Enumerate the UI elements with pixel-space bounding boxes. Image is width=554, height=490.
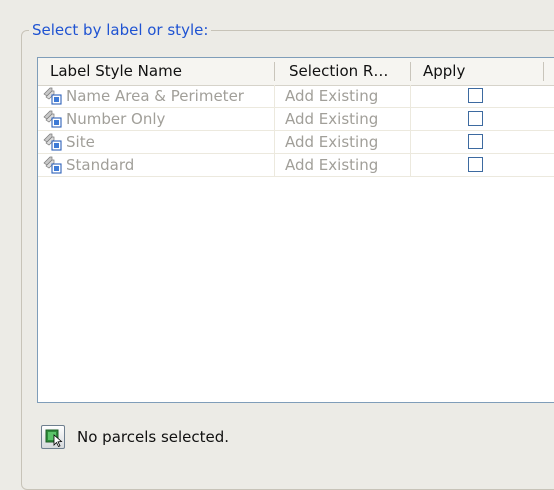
column-separator[interactable]: [543, 62, 544, 81]
selection-rule-cell[interactable]: Add Existing: [285, 154, 378, 176]
table-header: Label Style Name Selection R… Apply: [38, 58, 554, 86]
label-style-icon: [43, 133, 63, 151]
apply-checkbox[interactable]: [468, 88, 483, 103]
status-bar: No parcels selected.: [37, 403, 554, 458]
label-style-name-cell: Site: [66, 133, 95, 151]
groupbox-title: Select by label or style:: [29, 20, 212, 40]
apply-checkbox[interactable]: [468, 111, 483, 126]
label-style-icon: [43, 87, 63, 105]
table-row[interactable]: Name Area & Perimeter Add Existing: [38, 85, 554, 108]
selection-rule-cell[interactable]: Add Existing: [285, 85, 378, 107]
table-row[interactable]: Number Only Add Existing: [38, 108, 554, 131]
table-row[interactable]: Standard Add Existing: [38, 154, 554, 177]
table-row[interactable]: Site Add Existing: [38, 131, 554, 154]
column-separator[interactable]: [274, 62, 275, 81]
label-style-name-cell: Standard: [66, 156, 135, 174]
column-separator[interactable]: [410, 62, 411, 81]
status-text: No parcels selected.: [77, 428, 230, 446]
select-parcels-button[interactable]: [41, 425, 65, 449]
label-style-table[interactable]: Label Style Name Selection R… Apply Name…: [37, 57, 554, 403]
column-header-selection-rule[interactable]: Selection R…: [289, 58, 388, 85]
apply-checkbox[interactable]: [468, 157, 483, 172]
label-style-name-cell: Name Area & Perimeter: [66, 87, 244, 105]
label-style-icon: [43, 156, 63, 174]
column-header-label-style-name[interactable]: Label Style Name: [50, 58, 182, 85]
column-header-apply[interactable]: Apply: [423, 58, 465, 85]
selection-rule-cell[interactable]: Add Existing: [285, 108, 378, 130]
label-style-name-cell: Number Only: [66, 110, 166, 128]
apply-checkbox[interactable]: [468, 134, 483, 149]
select-parcels-icon: [45, 429, 63, 448]
label-style-icon: [43, 110, 63, 128]
selection-rule-cell[interactable]: Add Existing: [285, 131, 378, 153]
